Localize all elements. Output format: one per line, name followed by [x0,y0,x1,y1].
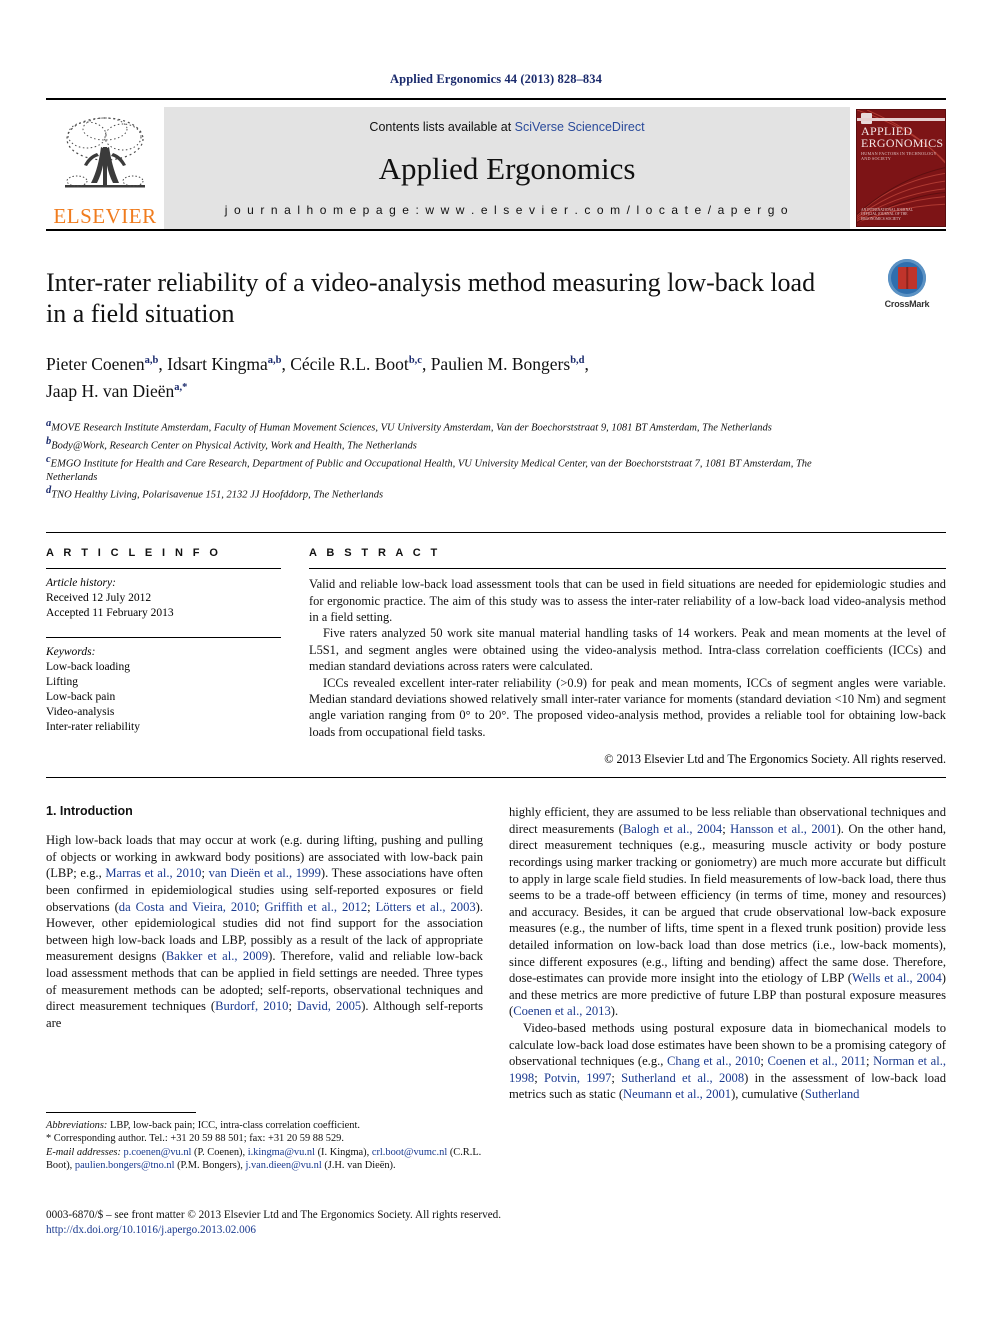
abbreviations-label: Abbreviations: [46,1120,108,1131]
abbreviations-text: LBP, low-back pain; ICC, intra-class cor… [107,1120,360,1131]
author-entry: Jaap H. van Dieëna,* [46,381,187,401]
email-addresses-label: E-mail addresses: [46,1146,121,1158]
left-column: 1. Introduction High low-back loads that… [46,804,483,1103]
intro-paragraph-left: High low-back loads that may occur at wo… [46,833,484,1030]
keywords-rule [46,637,281,639]
article-info-column: A R T I C L E I N F O Article history: R… [46,533,281,767]
abstract-column: A B S T R A C T Valid and reliable low-b… [309,533,946,767]
footnote-corresponding-author: * Corresponding author. Tel.: +31 20 59 … [46,1133,344,1145]
journal-homepage[interactable]: j o u r n a l h o m e p a g e : w w w . … [225,203,789,217]
affiliation-item: aMOVE Research Institute Amsterdam, Facu… [46,417,846,435]
affiliation-text: Body@Work, Research Center on Physical A… [51,440,417,452]
journal-cover-thumbnail: APPLIED ERGONOMICS HUMAN FACTORS IN TECH… [850,107,946,229]
keyword-item: Video-analysis [46,706,115,719]
abstract-bottom-rule-wrap [46,777,946,779]
author-name: Jaap H. van Dieën [46,380,175,401]
author-affiliation-marker: a,b [267,355,282,366]
cover-footer-text: AN INTERNATIONAL JOURNAL OFFICIAL JOURNA… [861,207,913,221]
intro-paragraph-right-2: Video-based methods using postural expos… [509,1020,947,1102]
contents-prefix: Contents lists available at [369,120,515,134]
cover-image: APPLIED ERGONOMICS HUMAN FACTORS IN TECH… [856,109,946,227]
keyword-item: Low-back loading [46,661,130,674]
author-affiliation-marker: b,c [408,355,422,366]
keyword-item: Lifting [46,676,78,689]
affiliation-item: bBody@Work, Research Center on Physical … [46,435,846,453]
article-info-heading: A R T I C L E I N F O [46,547,222,560]
abstract-paragraph: Five raters analyzed 50 work site manual… [309,626,946,674]
author-affiliation-marker: a,* [174,381,188,393]
doi-link[interactable]: http://dx.doi.org/10.1016/j.apergo.2013.… [46,1223,926,1238]
intro-paragraph-right-1: highly efficient, they are assumed to be… [509,805,947,1019]
crossmark-logo-icon [888,259,926,297]
keywords-label: Keywords: [46,646,96,659]
affiliation-text: MOVE Research Institute Amsterdam, Facul… [51,422,772,434]
journal-banner: ELSEVIER Contents lists available at Sci… [46,98,946,229]
article-history-label: Article history: [46,577,116,590]
elsevier-logo: ELSEVIER [46,107,164,229]
author-name: Pieter Coenen [46,353,145,374]
affiliation-text: EMGO Institute for Health and Care Resea… [46,458,812,483]
journal-title: Applied Ergonomics [378,151,636,186]
banner-center: Contents lists available at SciVerse Sci… [164,107,850,229]
article-accepted-date: Accepted 11 February 2013 [46,607,174,620]
title-block: CrossMark Inter-rater reliability of a v… [46,259,946,503]
affiliation-list: aMOVE Research Institute Amsterdam, Facu… [46,417,846,503]
author-separator: , [281,353,291,374]
article-info-rule [46,568,281,570]
section-heading-introduction: 1. Introduction [46,804,133,819]
cover-title: APPLIED ERGONOMICS [861,125,944,150]
elsevier-wordmark: ELSEVIER [53,204,157,228]
author-entry: Cécile R.L. Bootb,c, [290,354,430,374]
affiliation-item: dTNO Healthy Living, Polarisavenue 151, … [46,484,846,502]
footnote-emails: E-mail addresses: p.coenen@vu.nl (P. Coe… [46,1146,486,1173]
cover-band [857,118,945,121]
abstract-rule [309,568,946,570]
footnote-rule [46,1112,196,1113]
abstract-copyright: © 2013 Elsevier Ltd and The Ergonomics S… [604,752,946,767]
author-affiliation-marker: b,d [570,355,585,366]
paper-page: Applied Ergonomics 44 (2013) 828–834 ELS… [0,0,992,1323]
author-entry: Idsart Kingmaa,b, [167,354,290,374]
author-affiliation-marker: a,b [144,355,159,366]
crossmark-label: CrossMark [884,299,930,309]
info-abstract-section: A R T I C L E I N F O Article history: R… [46,532,946,767]
page-footer: 0003-6870/$ – see front matter © 2013 El… [46,1208,926,1238]
author-entry: Pieter Coenena,b, [46,354,167,374]
abstract-paragraph: ICCs revealed excellent inter-rater reli… [309,675,946,739]
issn-copyright-line: 0003-6870/$ – see front matter © 2013 El… [46,1209,502,1221]
author-name: Idsart Kingma [167,353,268,374]
abstract-bottom-rule [46,777,946,779]
author-name: Paulien M. Bongers [430,353,571,374]
abstract-heading: A B S T R A C T [309,547,441,560]
author-separator: , [421,353,431,374]
crossmark-badge[interactable]: CrossMark [868,259,946,309]
page-title: Inter-rater reliability of a video-analy… [46,268,816,328]
affiliation-text: TNO Healthy Living, Polarisavenue 151, 2… [51,489,384,501]
author-entry: Paulien M. Bongersb,d, [431,354,589,374]
author-name: Cécile R.L. Boot [290,353,409,374]
cover-subtitle: HUMAN FACTORS IN TECHNOLOGY AND SOCIETY [861,151,937,161]
contents-available-line: Contents lists available at SciVerse Sci… [369,120,644,134]
running-head: Applied Ergonomics 44 (2013) 828–834 [390,72,602,86]
abstract-paragraph: Valid and reliable low-back load assessm… [309,577,946,624]
sciencedirect-link[interactable]: SciVerse ScienceDirect [515,120,645,134]
author-separator: , [158,353,168,374]
abstract-body: Valid and reliable low-back load assessm… [309,576,946,740]
elsevier-tree-icon [65,117,145,188]
article-received-date: Received 12 July 2012 [46,592,152,605]
right-column: highly efficient, they are assumed to be… [509,804,946,1103]
affiliation-item: cEMGO Institute for Health and Care Rese… [46,453,846,485]
author-separator: , [584,353,589,374]
keyword-item: Inter-rater reliability [46,721,140,734]
author-list: Pieter Coenena,b, Idsart Kingmaa,b, Céci… [46,349,806,403]
cover-title-line2: ERGONOMICS [861,136,944,150]
body-columns: 1. Introduction High low-back loads that… [46,804,946,1103]
footnote-abbreviations: Abbreviations: LBP, low-back pain; ICC, … [46,1119,486,1132]
banner-bottom-rule [46,229,946,231]
footnote-area: Abbreviations: LBP, low-back pain; ICC, … [46,1112,486,1173]
keyword-item: Low-back pain [46,691,116,704]
